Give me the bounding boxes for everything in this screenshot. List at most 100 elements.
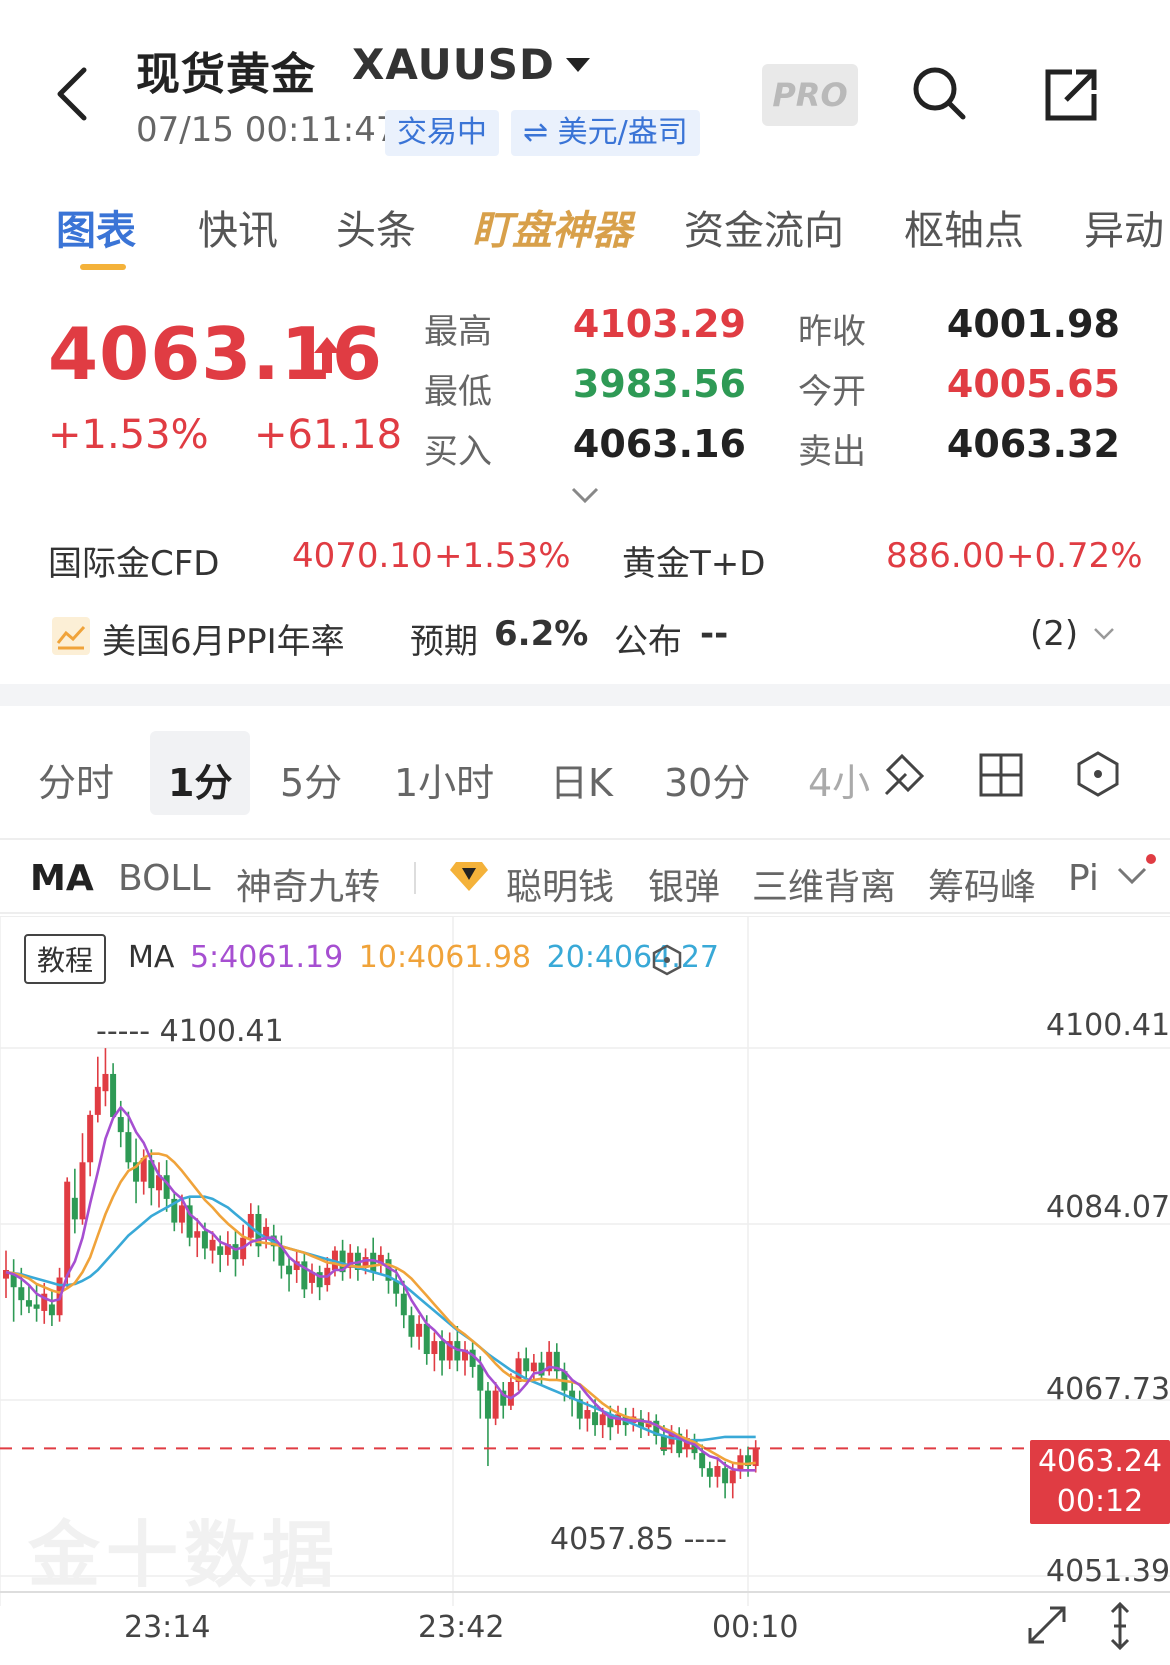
indicator-more-chevron-icon[interactable]: [1116, 866, 1148, 890]
related-label-cfd[interactable]: 国际金CFD: [48, 536, 219, 585]
period-1min[interactable]: 1分: [168, 752, 232, 807]
event-chevron-down-icon[interactable]: [1092, 626, 1116, 646]
tab-headlines[interactable]: 头条: [336, 198, 416, 256]
event-count[interactable]: (2): [1030, 614, 1078, 654]
candle-body: [484, 1390, 491, 1419]
candle-body: [431, 1341, 438, 1355]
candle-body: [523, 1358, 530, 1372]
ma10-value: 10:4061.98: [358, 940, 532, 975]
indicator-td9[interactable]: 神奇九转: [236, 858, 380, 910]
quote-datetime: 07/15 00:11:47: [136, 110, 398, 150]
event-published-value: --: [700, 614, 729, 654]
low-marker: 4057.85 ----: [550, 1522, 727, 1557]
tutorial-button[interactable]: 教程: [24, 934, 106, 984]
tab-fund-flow[interactable]: 资金流向: [684, 198, 844, 256]
pro-button[interactable]: PRO: [762, 64, 858, 126]
candle-body: [706, 1468, 713, 1477]
page-title: 现货黄金: [136, 49, 316, 100]
indicator-ma[interactable]: MA: [30, 858, 94, 899]
event-title[interactable]: 美国6月PPI年率: [102, 614, 345, 663]
current-price-tag: 4063.24 00:12: [1030, 1440, 1170, 1524]
currency-badge[interactable]: ⇌ 美元/盎司: [511, 110, 700, 156]
change-absolute: +61.18: [254, 412, 403, 458]
tab-watch-tool[interactable]: 盯盘神器: [472, 198, 632, 256]
period-1hour[interactable]: 1小时: [394, 752, 494, 807]
divider: [0, 912, 1170, 914]
candle-body: [439, 1341, 446, 1361]
expand-chevron-icon[interactable]: [570, 486, 600, 508]
period-30min[interactable]: 30分: [664, 752, 750, 807]
vertical-scale-icon[interactable]: [1106, 1600, 1134, 1656]
related-label-td[interactable]: 黄金T+D: [622, 536, 765, 585]
event-expected-value: 6.2%: [494, 614, 589, 654]
event-expected-label: 预期: [410, 622, 478, 662]
x-axis-label: 23:42: [418, 1610, 505, 1645]
stat-value-prev-close: 4001.98: [946, 302, 1120, 346]
indicator-divider: [414, 862, 416, 894]
candle-body: [110, 1073, 117, 1118]
period-5min[interactable]: 5分: [280, 752, 342, 807]
indicator-silver-bullet[interactable]: 银弹: [648, 858, 720, 910]
ma5-value: 5:4061.19: [189, 940, 344, 975]
status-badge: 交易中: [385, 110, 499, 156]
high-marker: ----- 4100.41: [96, 1014, 284, 1049]
y-axis-label: 4084.07: [1046, 1190, 1170, 1225]
tab-flash-news[interactable]: 快讯: [198, 198, 278, 256]
candle-body: [507, 1382, 514, 1406]
price-change: +1.53% +61.18: [48, 412, 402, 458]
layout-grid-icon[interactable]: [978, 752, 1024, 802]
stat-value-ask: 4063.32: [946, 422, 1120, 466]
fullscreen-icon[interactable]: [1024, 1602, 1070, 1652]
tab-pivot-points[interactable]: 枢轴点: [904, 198, 1024, 256]
candle-body: [94, 1086, 101, 1115]
indicator-chip-peak[interactable]: 筹码峰: [928, 858, 1036, 910]
high-marker-dashes: -----: [96, 1014, 160, 1049]
back-icon[interactable]: [52, 66, 92, 122]
candle-body: [178, 1205, 185, 1223]
low-marker-dashes: ----: [674, 1522, 727, 1557]
candle-body: [699, 1453, 706, 1469]
candle-body: [492, 1390, 499, 1419]
candle-body: [232, 1244, 239, 1260]
x-axis-label: 23:14: [124, 1610, 211, 1645]
indicator-pivot[interactable]: Pi: [1068, 858, 1104, 899]
period-4hour[interactable]: 4小: [808, 752, 878, 807]
candle-body: [18, 1287, 25, 1301]
search-icon[interactable]: [910, 64, 968, 126]
candle-body: [125, 1132, 132, 1163]
settings-hex-icon[interactable]: [1074, 750, 1122, 802]
event-published-label: 公布: [614, 622, 682, 662]
stat-label-open: 今开: [798, 372, 866, 412]
tab-movements[interactable]: 异动: [1084, 198, 1164, 256]
stat-value-high: 4103.29: [572, 302, 746, 346]
ma-legend: MA 5:4061.19 10:4061.98 20:4064.27: [128, 940, 719, 975]
caret-down-icon[interactable]: [566, 58, 590, 72]
ma20-value: 20:4064.27: [546, 940, 719, 975]
candle-body: [722, 1468, 729, 1484]
candle-body: [201, 1231, 208, 1249]
ma-settings-icon[interactable]: [652, 944, 682, 980]
indicator-3d-divergence[interactable]: 三维背离: [752, 858, 896, 910]
period-timeshare[interactable]: 分时: [38, 752, 114, 807]
candle-body: [64, 1181, 71, 1278]
share-icon[interactable]: [1042, 66, 1100, 128]
candle-body: [714, 1466, 721, 1477]
candle-body: [530, 1362, 537, 1372]
candle-body: [194, 1231, 201, 1238]
indicator-boll[interactable]: BOLL: [118, 858, 211, 899]
period-daily[interactable]: 日K: [550, 752, 613, 807]
tab-chart[interactable]: 图表: [56, 198, 136, 256]
change-percent: +1.53%: [48, 412, 209, 458]
ma20-line: [5, 1195, 756, 1442]
draw-tool-icon[interactable]: [880, 748, 930, 802]
y-axis-label: 4067.73: [1046, 1372, 1170, 1407]
indicator-smart-money[interactable]: 聪明钱: [506, 858, 614, 910]
ma-legend-label: MA: [128, 940, 175, 975]
candle-body: [286, 1265, 293, 1275]
candle-body: [400, 1293, 407, 1316]
symbol-selector[interactable]: XAUUSD: [352, 40, 555, 89]
chart-trend-icon: [52, 617, 90, 655]
candle-body: [25, 1300, 32, 1307]
candle-body: [79, 1162, 86, 1220]
watermark: 金十数据: [28, 1513, 341, 1597]
